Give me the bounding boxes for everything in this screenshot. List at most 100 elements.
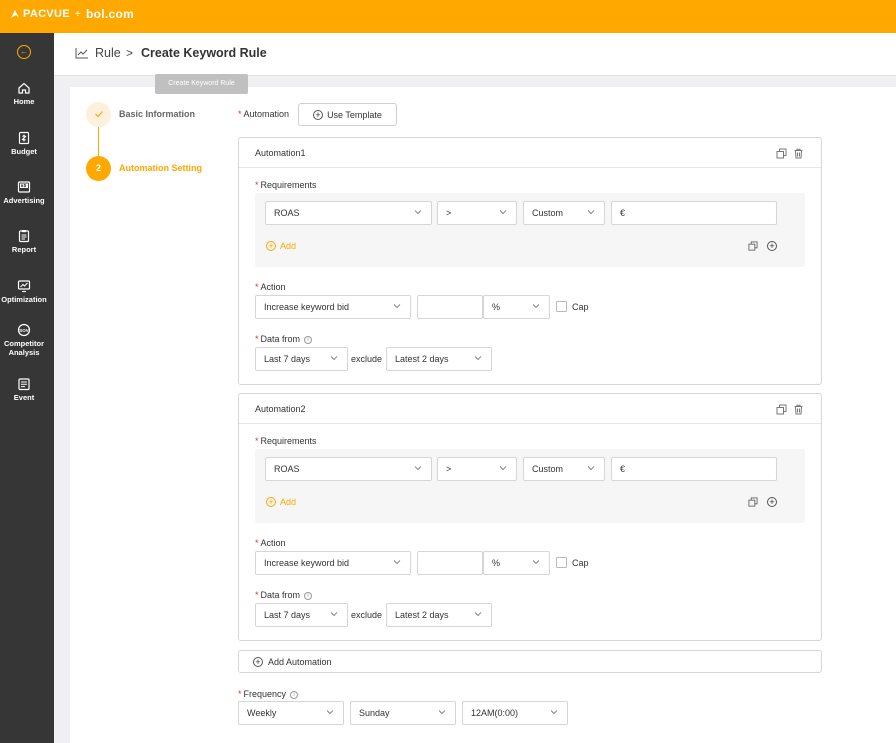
info-icon[interactable]: i: [290, 690, 299, 699]
action-unit-select[interactable]: %: [483, 295, 550, 319]
logo-main: PACVUE: [23, 8, 70, 20]
chevron-down-icon: [532, 304, 540, 309]
add-requirement-button[interactable]: + Add: [266, 241, 296, 251]
plus-circle-icon: +: [266, 497, 276, 507]
copy-icon[interactable]: [776, 148, 787, 159]
sidebar-item-budget[interactable]: Budget: [0, 131, 48, 156]
cap-label: Cap: [572, 302, 589, 312]
exclude-label: exclude: [351, 610, 383, 620]
chevron-down-icon: [393, 304, 401, 309]
copy-requirement-icon[interactable]: [748, 497, 758, 507]
add-requirement-icon[interactable]: +: [767, 497, 777, 507]
action-select[interactable]: Increase keyword bid: [255, 551, 411, 575]
sidebar-item-label: Advertising: [3, 196, 45, 205]
exclude-select[interactable]: Latest 2 days: [386, 603, 492, 627]
sidebar: ← Home Budget Advertising Report Optimiz…: [0, 33, 54, 743]
value-input[interactable]: €: [611, 457, 777, 481]
step-connector: [98, 127, 99, 156]
action-value-input[interactable]: [417, 551, 483, 575]
exclude-select[interactable]: Latest 2 days: [386, 347, 492, 371]
chevron-down-icon: [499, 466, 507, 471]
sidebar-item-optimization[interactable]: Optimization: [0, 279, 48, 304]
automation-title: Automation1: [255, 148, 306, 158]
data-from-select[interactable]: Last 7 days: [255, 603, 348, 627]
chevron-down-icon: [393, 560, 401, 565]
sidebar-item-label: Competitor Analysis: [4, 339, 44, 357]
chevron-down-icon: [414, 466, 422, 471]
chart-line-icon: [75, 48, 88, 59]
info-icon[interactable]: i: [304, 335, 313, 344]
frequency-day-select[interactable]: Sunday: [350, 701, 456, 725]
sidebar-item-home[interactable]: Home: [0, 81, 48, 106]
step-basic-information[interactable]: Basic Information: [119, 109, 195, 119]
breadcrumb-rule-link[interactable]: Rule: [95, 46, 121, 60]
page-header: Rule > Create Keyword Rule: [54, 33, 896, 76]
action-value-input[interactable]: [417, 295, 483, 319]
delete-icon[interactable]: [793, 148, 804, 159]
cap-checkbox[interactable]: [556, 557, 567, 568]
event-icon: [18, 378, 30, 391]
logo-partner: bol.com: [85, 7, 135, 21]
metric-select[interactable]: ROAS: [265, 201, 432, 225]
copy-requirement-icon[interactable]: [748, 241, 758, 251]
breadcrumb-tooltip: Create Keyword Rule: [155, 74, 248, 94]
data-from-label: * Data from i: [255, 590, 313, 600]
page-title: Create Keyword Rule: [141, 46, 267, 60]
frequency-time-select[interactable]: 12AM(0:00): [462, 701, 568, 725]
operator-select[interactable]: >: [437, 201, 517, 225]
automation-header: Automation1: [239, 138, 821, 168]
action-label: * Action: [255, 282, 286, 292]
add-requirement-icon[interactable]: +: [767, 241, 777, 251]
action-select[interactable]: Increase keyword bid: [255, 295, 411, 319]
sidebar-item-label: Report: [11, 245, 37, 254]
delete-icon[interactable]: [793, 404, 804, 415]
data-from-select[interactable]: Last 7 days: [255, 347, 348, 371]
chevron-down-icon: [532, 560, 540, 565]
chevron-down-icon: [587, 466, 595, 471]
info-icon[interactable]: i: [304, 591, 313, 600]
chevron-down-icon: [330, 612, 338, 617]
brand-logo[interactable]: PACVUE + bol.com: [10, 7, 134, 21]
chevron-down-icon: [326, 710, 334, 715]
step-automation-setting-number[interactable]: 2: [86, 156, 111, 181]
action-label: * Action: [255, 538, 286, 548]
frequency-period-select[interactable]: Weekly: [238, 701, 344, 725]
sidebar-item-label: Optimization: [1, 295, 47, 304]
frequency-label: * Frequency i: [238, 689, 299, 699]
automation-header: Automation2: [239, 394, 821, 424]
requirements-label: * Requirements: [255, 180, 317, 190]
add-requirement-button[interactable]: + Add: [266, 497, 296, 507]
cap-checkbox[interactable]: [556, 301, 567, 312]
sidebar-item-label: Budget: [11, 147, 37, 156]
chevron-down-icon: [587, 210, 595, 215]
sidebar-item-report[interactable]: Report: [0, 229, 48, 254]
add-automation-label: Add Automation: [268, 656, 332, 667]
pacvue-logo-icon: [11, 10, 19, 18]
automation-label: * Automation: [238, 109, 290, 119]
logo-separator: +: [74, 8, 81, 20]
value-type-select[interactable]: Custom: [523, 457, 605, 481]
sidebar-item-competitor-analysis[interactable]: SOV Competitor Analysis: [0, 323, 48, 357]
automation-title: Automation2: [255, 404, 306, 414]
collapse-sidebar-icon[interactable]: ←: [17, 45, 31, 59]
automation-header-actions: [776, 404, 804, 415]
metric-select[interactable]: ROAS: [265, 457, 432, 481]
value-type-select[interactable]: Custom: [523, 201, 605, 225]
copy-icon[interactable]: [776, 404, 787, 415]
check-icon: [94, 111, 103, 118]
budget-icon: [18, 131, 30, 145]
sidebar-item-advertising[interactable]: Advertising: [0, 180, 48, 205]
competitor-analysis-icon: SOV: [17, 323, 31, 337]
operator-select[interactable]: >: [437, 457, 517, 481]
step-basic-information-check[interactable]: [86, 102, 111, 127]
value-input[interactable]: €: [611, 201, 777, 225]
step-automation-setting[interactable]: Automation Setting: [119, 163, 202, 173]
add-automation-button[interactable]: + Add Automation: [238, 650, 822, 673]
action-unit-select[interactable]: %: [483, 551, 550, 575]
svg-text:SOV: SOV: [19, 328, 29, 333]
chevron-down-icon: [474, 612, 482, 617]
sidebar-item-event[interactable]: Event: [0, 377, 48, 402]
use-template-button[interactable]: + Use Template: [298, 103, 397, 126]
sidebar-item-label: Home: [13, 97, 35, 106]
use-template-label: Use Template: [327, 109, 382, 120]
